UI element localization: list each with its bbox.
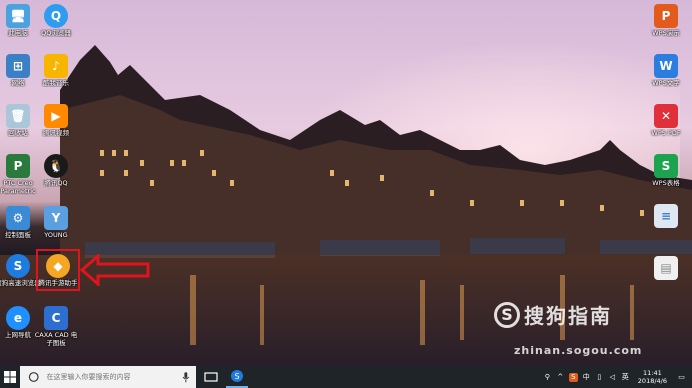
wps-presentation-icon: P <box>654 4 678 28</box>
notification-icon[interactable]: ▭ <box>677 373 686 382</box>
document-icon: ≡ <box>654 204 678 228</box>
wps-pdf-icon: ✕ <box>654 104 678 128</box>
system-tray: ⚲ ^ S 中 ▯ ◁ 英 11:41 2018/4/6 ▭ <box>541 366 692 388</box>
icon-label: 腾讯QQ <box>44 179 68 187</box>
icon-label: WPS文字 <box>652 79 680 87</box>
red-arrow-icon <box>80 254 150 286</box>
qq-icon: 🐧 <box>44 154 68 178</box>
wps-writer-icon: W <box>654 54 678 78</box>
qq-browser-icon: Q <box>44 4 68 28</box>
taskbar: S ⚲ ^ S 中 ▯ ◁ 英 11:41 2018/4/6 ▭ <box>0 366 692 388</box>
chevron-up-icon[interactable]: ^ <box>556 373 565 382</box>
young-icon: Y <box>44 206 68 230</box>
person-icon[interactable]: ⚲ <box>543 373 552 382</box>
ime-chinese-label[interactable]: 中 <box>582 373 591 382</box>
desktop-icon-wps-writer[interactable]: W WPS文字 <box>642 54 690 87</box>
desktop-icon-caxa-cad[interactable]: C CAXA CAD 电子图板 <box>32 306 80 347</box>
icon-label: WPS表格 <box>652 179 680 187</box>
desktop-icon-young[interactable]: Y YOUNG <box>32 206 80 239</box>
desktop-icon-wps-pdf[interactable]: ✕ WPS PDF <box>642 104 690 137</box>
wps-sheet-icon: S <box>654 154 678 178</box>
watermark-url: zhinan.sogou.com <box>514 344 643 357</box>
task-view-icon[interactable] <box>204 371 218 383</box>
ie-icon: e <box>6 306 30 330</box>
start-windows-icon[interactable] <box>4 371 16 383</box>
clock[interactable]: 11:41 2018/4/6 <box>638 369 667 385</box>
icon-label: CAXA CAD 电子图板 <box>34 331 78 347</box>
icon-label: 酷我音乐 <box>43 79 69 87</box>
clock-time: 11:41 <box>643 369 662 377</box>
desktop-icon-wps-presentation[interactable]: P WPS演示 <box>642 4 690 37</box>
microphone-icon[interactable] <box>182 371 190 383</box>
desktop-icon-qq-browser[interactable]: Q QQ浏览器 <box>32 4 80 37</box>
watermark-text: 搜狗指南 <box>524 304 612 328</box>
sogou-logo-icon: S <box>494 301 520 328</box>
icon-label: YOUNG <box>44 231 68 239</box>
sogou-browser-icon: S <box>231 370 243 382</box>
network-tray-icon[interactable]: ▯ <box>595 373 604 382</box>
sogou-browser-icon: S <box>6 254 30 278</box>
desktop-icon-wps-sheet[interactable]: S WPS表格 <box>642 154 690 187</box>
desktop-icon-document[interactable]: ≡ <box>642 204 690 229</box>
desktop-icon-kuwo[interactable]: ♪ 酷我音乐 <box>32 54 80 87</box>
control-panel-icon: ⚙ <box>6 206 30 230</box>
ptc-creo-icon: P <box>6 154 30 178</box>
volume-icon[interactable]: ◁ <box>608 373 617 382</box>
icon-label: 腾讯视频 <box>43 129 69 137</box>
taskbar-app-sogou-browser[interactable]: S <box>226 366 248 388</box>
network-icon: ⊞ <box>6 54 30 78</box>
highlight-box <box>36 249 80 291</box>
sogou-ime-icon[interactable]: S <box>568 372 578 382</box>
input-language[interactable]: 英 <box>621 373 630 382</box>
desktop: 🖥 此电脑 Q QQ浏览器 ⊞ 网络 ♪ 酷我音乐 🗑 回收站 ▶ 腾讯视频 P… <box>0 0 692 366</box>
recycle-bin-icon: 🗑 <box>6 104 30 128</box>
tencent-video-icon: ▶ <box>44 104 68 128</box>
taskbar-search-box[interactable] <box>20 366 196 388</box>
watermark: S 搜狗指南 <box>494 300 612 329</box>
icon-label: WPS PDF <box>651 129 681 137</box>
icon-label: WPS演示 <box>652 29 680 37</box>
caxa-cad-icon: C <box>44 306 68 330</box>
kuwo-music-icon: ♪ <box>44 54 68 78</box>
icon-label: QQ浏览器 <box>41 29 71 37</box>
desktop-icon-tencent-video[interactable]: ▶ 腾讯视频 <box>32 104 80 137</box>
computer-icon: 🖥 <box>6 4 30 28</box>
desktop-icon-file[interactable]: ▤ <box>642 256 690 281</box>
file-icon: ▤ <box>654 256 678 280</box>
search-input[interactable] <box>44 372 183 382</box>
clock-date: 2018/4/6 <box>637 377 667 385</box>
desktop-icon-qq[interactable]: 🐧 腾讯QQ <box>32 154 80 187</box>
search-icon <box>28 372 39 382</box>
